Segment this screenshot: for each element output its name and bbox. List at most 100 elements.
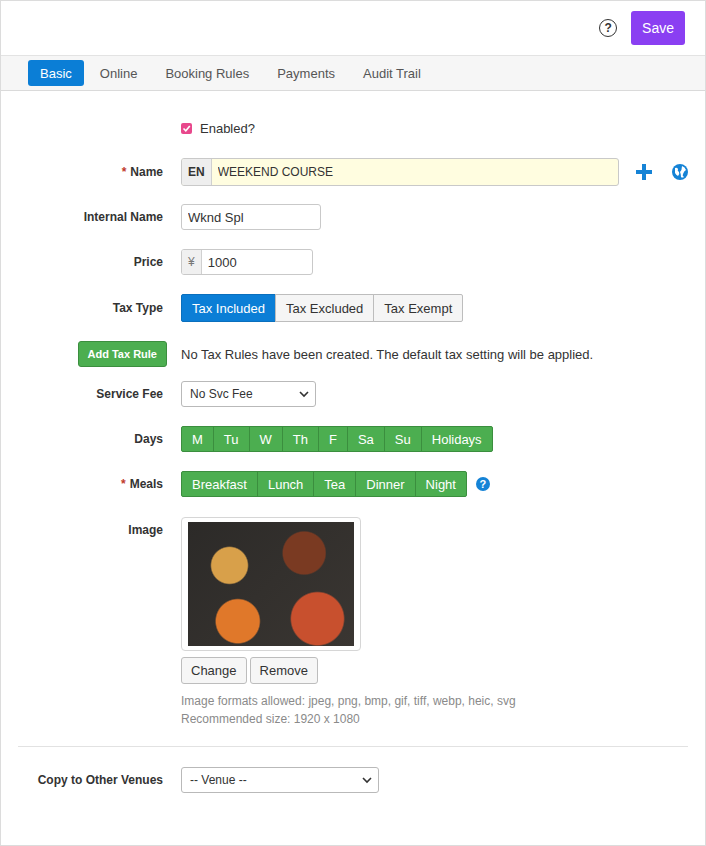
form-row: Days MTuWThFSaSuHolidays [1,426,705,452]
form-row: * Meals BreakfastLunchTeaDinnerNight? [1,471,705,497]
form-row: Copy to Other Venues -- Venue -- [1,767,705,793]
field-control: -- Venue -- [181,767,379,793]
field-label: Internal Name [1,210,181,224]
chevron-icon [299,390,309,398]
enabled-checkbox[interactable] [181,123,192,134]
day-option[interactable]: Tu [213,426,250,452]
tax-type-option[interactable]: Tax Included [181,294,276,322]
venue-select[interactable]: -- Venue -- [181,767,379,793]
field-control: EN [181,158,689,186]
day-option[interactable]: M [181,426,214,452]
image-buttons: ChangeRemove [181,657,318,684]
enabled-label: Enabled? [200,121,255,136]
field-control: BreakfastLunchTeaDinnerNight? [181,471,490,497]
image-preview [181,517,361,651]
currency-label: ¥ [182,250,202,274]
label-text: Price [134,255,163,269]
meal-option[interactable]: Night [415,471,467,497]
label-text: Days [134,432,163,446]
form-row: Enabled? [1,116,705,140]
chevron-icon [362,776,372,784]
form-row: Image ChangeRemove Image formats allowed: … [1,517,705,728]
form-row: *NameEN [1,158,705,186]
save-button[interactable]: Save [631,11,685,45]
image-hints: Image formats allowed: jpeg, png, bmp, g… [181,692,516,728]
change-button[interactable]: Change [181,657,247,684]
language-label: EN [182,159,212,185]
form: Enabled?*NameENInternal NamePrice¥Tax Ty… [1,91,705,793]
meal-option[interactable]: Dinner [355,471,415,497]
form-row: Add Tax Rule No Tax Rules have been creat… [1,341,705,367]
field-label: Price [1,255,181,269]
day-group: MTuWThFSaSuHolidays [181,426,493,452]
toolbar: ? Save [1,1,705,56]
meal-option[interactable]: Tea [313,471,356,497]
meal-option[interactable]: Breakfast [181,471,258,497]
hint-text: Recommended size: 1920 x 1080 [181,710,516,728]
field-label: Days [1,432,181,446]
select-value: No Svc Fee [190,387,253,401]
tab[interactable]: Booking Rules [153,60,261,86]
help-icon[interactable]: ? [599,19,617,37]
field-label: Image [1,517,181,537]
field-control: ¥ [181,249,313,275]
required-mark: * [121,477,126,491]
tab[interactable]: Payments [265,60,347,86]
label-text: Meals [130,477,163,491]
field-control [181,204,321,230]
tab-bar: BasicOnlineBooking RulesPaymentsAudit Tr… [1,56,705,91]
field-control: No Tax Rules have been created. The defa… [181,347,593,362]
tax-type-group: Tax IncludedTax ExcludedTax Exempt [181,294,463,322]
meal-group: BreakfastLunchTeaDinnerNight [181,471,467,497]
hint-text: Image formats allowed: jpeg, png, bmp, g… [181,692,516,710]
tab[interactable]: Online [88,60,150,86]
tax-type-option[interactable]: Tax Excluded [275,294,374,322]
field-label: Service Fee [1,387,181,401]
meal-option[interactable]: Lunch [257,471,314,497]
form-row: Price ¥ [1,249,705,275]
field-label: Add Tax Rule [1,341,181,367]
tab[interactable]: Audit Trail [351,60,433,86]
required-mark: * [122,165,127,179]
price-input[interactable] [202,250,312,274]
divider [18,746,688,747]
tax-rule-message: No Tax Rules have been created. The defa… [181,347,593,362]
label-text: Copy to Other Venues [38,773,163,787]
tab[interactable]: Basic [28,60,84,86]
add-tax-rule-button[interactable]: Add Tax Rule [78,341,167,367]
day-option[interactable]: W [249,426,283,452]
field-control: Enabled? [181,121,255,136]
form-row: Tax Type Tax IncludedTax ExcludedTax Exem… [1,294,705,322]
label-text: Internal Name [84,210,163,224]
day-option[interactable]: Su [384,426,422,452]
day-option[interactable]: Sa [347,426,385,452]
price-field: ¥ [181,249,313,275]
globe-icon[interactable] [671,163,689,181]
check-icon [182,124,191,133]
select-value: -- Venue -- [190,773,247,787]
help-icon[interactable]: ? [476,477,490,491]
label-text: Image [128,523,163,537]
internal-name-input[interactable] [182,205,320,229]
field-label: *Name [1,165,181,179]
service-fee-select[interactable]: No Svc Fee [181,381,316,407]
name-field: EN [181,158,619,186]
tax-type-option[interactable]: Tax Exempt [373,294,463,322]
field-control: No Svc Fee [181,381,316,407]
form-row: Internal Name [1,204,705,230]
remove-button[interactable]: Remove [250,657,318,684]
day-option[interactable]: Th [282,426,319,452]
form-row: Service Fee No Svc Fee [1,381,705,407]
label-text: Tax Type [113,301,163,315]
label-text: Service Fee [96,387,163,401]
internal-name-field [181,204,321,230]
food-photo [188,522,354,646]
field-label: Copy to Other Venues [1,773,181,787]
name-input[interactable] [212,159,618,185]
label-text: Name [130,165,163,179]
field-control: MTuWThFSaSuHolidays [181,426,493,452]
field-control: Tax IncludedTax ExcludedTax Exempt [181,294,463,322]
day-option[interactable]: F [318,426,348,452]
plus-icon[interactable] [635,163,653,181]
day-option[interactable]: Holidays [421,426,493,452]
